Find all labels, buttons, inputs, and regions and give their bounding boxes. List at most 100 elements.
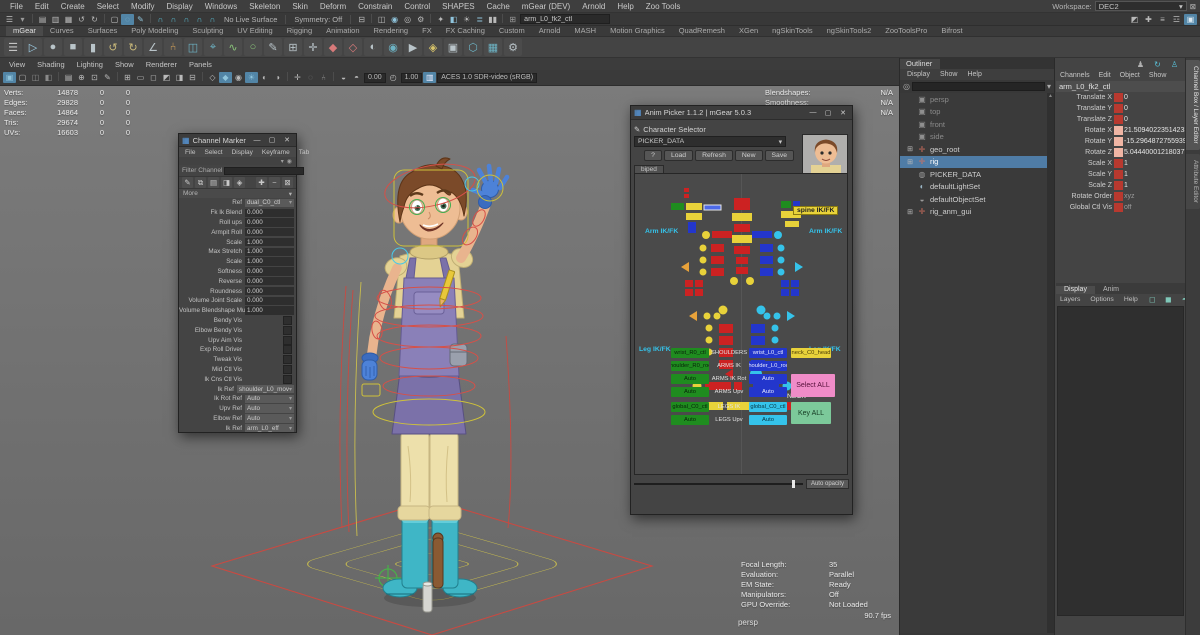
character-thumbnail[interactable] bbox=[802, 134, 848, 174]
menu-item-skeleton[interactable]: Skeleton bbox=[243, 1, 286, 12]
textured-icon[interactable]: ◉ bbox=[232, 72, 245, 83]
field-grid-icon[interactable]: ⊞ bbox=[506, 14, 519, 25]
shelf-redo-icon[interactable]: ↻ bbox=[124, 38, 142, 56]
paint-select-icon[interactable]: ✎ bbox=[134, 14, 147, 25]
close-button[interactable]: ✕ bbox=[837, 109, 849, 117]
shelf-skin-icon[interactable]: ◫ bbox=[184, 38, 202, 56]
cb-menu-object[interactable]: Object bbox=[1116, 72, 1144, 79]
picker-button-auto[interactable]: Auto bbox=[671, 387, 709, 397]
picker-button-auto[interactable]: Auto bbox=[671, 374, 709, 384]
vp-menu-renderer[interactable]: Renderer bbox=[141, 60, 182, 69]
menu-item-control[interactable]: Control bbox=[398, 1, 436, 12]
paste-channel-icon[interactable]: ▤ bbox=[208, 177, 219, 188]
ao-icon[interactable]: ◑ bbox=[271, 72, 284, 83]
channel-value[interactable]: Auto▾ bbox=[245, 414, 294, 422]
wireframe-icon[interactable]: ◇ bbox=[206, 72, 219, 83]
layer-editor-tab-anim[interactable]: Anim bbox=[1095, 286, 1127, 294]
vp-menu-shading[interactable]: Shading bbox=[32, 60, 70, 69]
open-scene-icon[interactable]: ▥ bbox=[49, 14, 62, 25]
menu-item-edit[interactable]: Edit bbox=[29, 1, 55, 12]
picker-button-auto[interactable]: Auto bbox=[749, 415, 787, 425]
channel-value[interactable] bbox=[245, 375, 294, 383]
gamma-icon2[interactable]: ◴ bbox=[387, 72, 400, 83]
shelf-cube-icon[interactable]: ■ bbox=[64, 38, 82, 56]
shelf-picker-icon[interactable]: ▦ bbox=[484, 38, 502, 56]
shelf-ik-icon[interactable]: ⌖ bbox=[204, 38, 222, 56]
cm-menu-file[interactable]: File bbox=[181, 149, 199, 156]
channel-marker-titlebar[interactable]: ▦ Channel Marker — ▢ ✕ bbox=[179, 134, 296, 147]
picker-button-shoulder-r0-root[interactable]: shoulder_R0_root bbox=[671, 361, 709, 371]
greasepencil-icon[interactable]: ✎ bbox=[101, 72, 114, 83]
channel-row[interactable]: Roundness0.000 bbox=[179, 286, 296, 296]
xray-icon[interactable]: ◌ bbox=[304, 72, 317, 83]
channel-value[interactable]: 0.000 bbox=[245, 209, 294, 217]
tool-settings-icon[interactable]: ☲ bbox=[1170, 14, 1183, 25]
vp-menu-lighting[interactable]: Lighting bbox=[72, 60, 108, 69]
channel-row[interactable]: Volume Blendshape Mult1.000 bbox=[179, 306, 296, 316]
channel-row[interactable]: Bendy Vis bbox=[179, 316, 296, 326]
channel-value[interactable] bbox=[245, 336, 294, 344]
outliner-item-rig-anm-gui[interactable]: ⊞✛rig_anm_gui bbox=[900, 206, 1054, 219]
channel-box-toggle-icon[interactable]: ▣ bbox=[1184, 14, 1197, 25]
scroll-up-arrow[interactable]: ▲ bbox=[1047, 93, 1054, 99]
layer-list-empty[interactable] bbox=[1057, 306, 1184, 616]
menu-item-mgear-dev-[interactable]: mGear (DEV) bbox=[516, 1, 576, 12]
picker-button-auto[interactable]: Auto bbox=[749, 374, 787, 384]
channel-value[interactable]: 1.000 bbox=[245, 238, 294, 246]
attribute-value[interactable]: 1 bbox=[1124, 171, 1185, 178]
attribute-value[interactable]: 0 bbox=[1124, 105, 1185, 112]
key-channel-icon[interactable]: ◈ bbox=[234, 177, 245, 188]
channel-row[interactable]: Roll ups0.000 bbox=[179, 218, 296, 228]
anim-layer-refresh-icon[interactable]: ↻ bbox=[1151, 59, 1164, 70]
expand-icon[interactable]: ⊞ bbox=[906, 208, 914, 216]
shelf-tab-fx[interactable]: FX bbox=[415, 26, 439, 36]
opacity-slider[interactable] bbox=[634, 483, 803, 485]
ipr-render-icon[interactable]: ◎ bbox=[401, 14, 414, 25]
symmetry-dropdown[interactable]: Symmetry: Off bbox=[290, 15, 346, 24]
channel-value[interactable]: Auto▾ bbox=[245, 404, 294, 412]
channel-row[interactable]: Ik Rot RefAuto▾ bbox=[179, 394, 296, 404]
channel-value[interactable] bbox=[245, 346, 294, 354]
attribute-value[interactable]: -15.296487275593935 bbox=[1124, 138, 1185, 145]
scene-mode-icon[interactable]: ☰ bbox=[3, 14, 16, 25]
field-chart-icon[interactable]: ◨ bbox=[173, 72, 186, 83]
attribute-value[interactable]: 1 bbox=[1124, 182, 1185, 189]
workspace-lock-icon[interactable]: ⊠ bbox=[1190, 2, 1196, 11]
exposure-value[interactable]: 0.00 bbox=[364, 73, 386, 83]
shelf-tab-poly-modeling[interactable]: Poly Modeling bbox=[124, 26, 185, 36]
outliner-item-front[interactable]: ▣front bbox=[900, 118, 1054, 131]
shelf-tab-ngskintools[interactable]: ngSkinTools bbox=[765, 26, 819, 36]
shelf-tab-fx-caching[interactable]: FX Caching bbox=[439, 26, 492, 36]
cm-menu-select[interactable]: Select bbox=[200, 149, 226, 156]
channel-value[interactable]: 0.000 bbox=[245, 228, 294, 236]
undo-icon[interactable]: ↺ bbox=[75, 14, 88, 25]
menu-item-display[interactable]: Display bbox=[161, 1, 199, 12]
picker-button-auto[interactable]: Auto bbox=[671, 415, 709, 425]
channel-box-row[interactable]: Rotate Orderxyz bbox=[1056, 191, 1185, 202]
namespace-dropdown[interactable]: PICKER_DATA ▾ bbox=[634, 136, 786, 147]
shelf-mgear-icon[interactable]: ⬡ bbox=[464, 38, 482, 56]
cb-menu-edit[interactable]: Edit bbox=[1095, 72, 1115, 79]
picker-canvas[interactable]: Arm IK/FKspine IK/FKArm IK/FKLeg IK/FKLe… bbox=[634, 173, 848, 475]
channel-value[interactable]: 1.000 bbox=[245, 248, 294, 256]
outliner-item-geo-root[interactable]: ⊞✛geo_root bbox=[900, 143, 1054, 156]
attribute-value[interactable]: 1 bbox=[1124, 160, 1185, 167]
shelf-tab-curves[interactable]: Curves bbox=[43, 26, 81, 36]
channel-row[interactable]: Softness0.000 bbox=[179, 267, 296, 277]
channel-marker-window[interactable]: ▦ Channel Marker — ▢ ✕ FileSelectDisplay… bbox=[178, 133, 297, 433]
mode-chevron-icon[interactable]: ▾ bbox=[16, 14, 29, 25]
grid-icon[interactable]: ⊞ bbox=[121, 72, 134, 83]
copy-channel-icon[interactable]: ⧉ bbox=[195, 177, 206, 188]
shelf-tab-zootoolspro[interactable]: ZooToolsPro bbox=[878, 26, 934, 36]
menu-item-help[interactable]: Help bbox=[611, 1, 639, 12]
picker-button-wrist-r0-ctl[interactable]: wrist_R0_ctl bbox=[671, 348, 709, 358]
pin-icon[interactable]: ◉ bbox=[287, 158, 292, 165]
pose-icon[interactable]: ♙ bbox=[1168, 59, 1181, 70]
slider-handle[interactable] bbox=[792, 480, 795, 488]
channel-value[interactable]: 0.000 bbox=[245, 267, 294, 275]
channel-value[interactable]: 0.000 bbox=[245, 297, 294, 305]
ap-btn-new[interactable]: New bbox=[735, 150, 763, 161]
paint-effects-icon[interactable]: ✦ bbox=[434, 14, 447, 25]
outliner-item-defaultobjectset[interactable]: ◒defaultObjectSet bbox=[900, 193, 1054, 206]
attribute-value[interactable]: 5.044400012180377 bbox=[1124, 149, 1185, 156]
